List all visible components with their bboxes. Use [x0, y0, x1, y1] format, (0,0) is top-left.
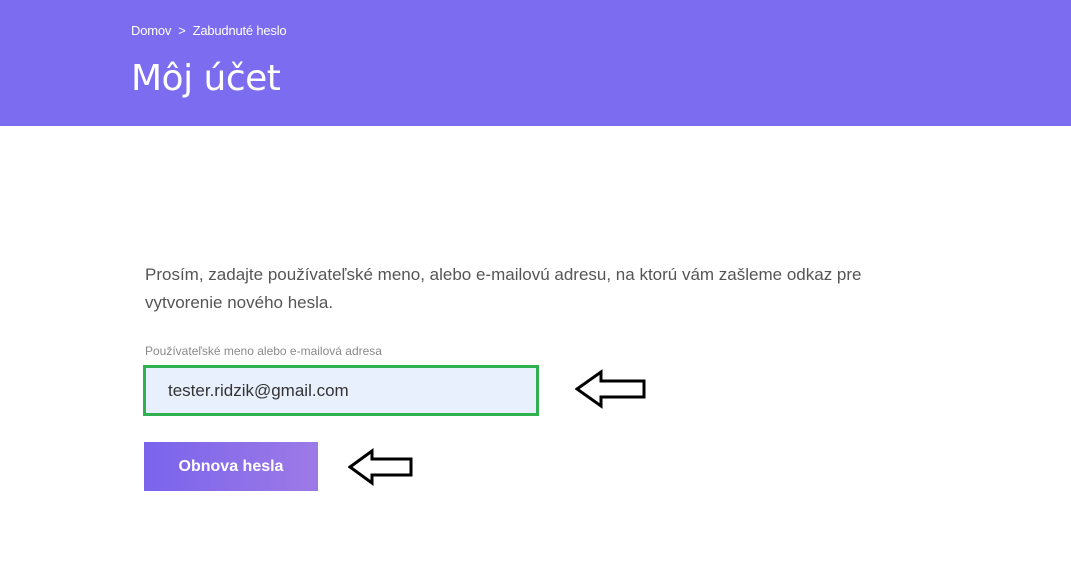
username-email-label: Používateľské meno alebo e-mailová adres…	[145, 344, 382, 358]
left-arrow-outline-icon	[575, 369, 646, 409]
breadcrumb-home-link[interactable]: Domov	[131, 23, 171, 38]
page-header: Domov > Zabudnuté heslo Môj účet	[0, 0, 1071, 126]
breadcrumb-separator: >	[178, 23, 186, 38]
form-instructions: Prosím, zadajte používateľské meno, aleb…	[145, 265, 862, 312]
reset-password-button[interactable]: Obnova hesla	[144, 442, 318, 491]
username-email-field-highlight	[143, 365, 539, 416]
username-email-input[interactable]	[146, 368, 536, 413]
page-title: Môj účet	[131, 58, 281, 99]
left-arrow-outline-icon	[348, 448, 413, 486]
breadcrumb: Domov > Zabudnuté heslo	[131, 23, 287, 38]
breadcrumb-current: Zabudnuté heslo	[192, 23, 287, 38]
